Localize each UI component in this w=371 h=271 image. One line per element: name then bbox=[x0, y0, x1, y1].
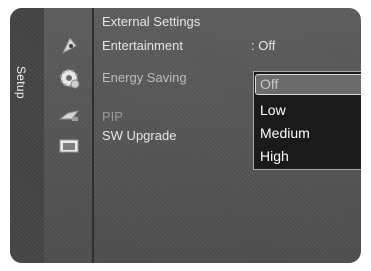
side-tab-label: Setup bbox=[14, 66, 28, 99]
option-low[interactable]: Low bbox=[260, 102, 286, 118]
option-off[interactable]: Off bbox=[255, 74, 361, 95]
input-plug-icon[interactable] bbox=[58, 107, 80, 127]
tv-menu-screen: Setup External Settings Entertainment En… bbox=[10, 8, 361, 263]
menu-item-entertainment[interactable]: Entertainment bbox=[102, 38, 183, 53]
menu-item-energy-saving[interactable]: Energy Saving bbox=[102, 70, 187, 85]
side-tab: Setup bbox=[10, 8, 44, 263]
category-icon-column bbox=[44, 8, 92, 263]
menu-item-pip[interactable]: PIP bbox=[102, 109, 123, 124]
entertainment-value: : Off bbox=[251, 38, 276, 53]
picture-icon[interactable] bbox=[58, 138, 80, 158]
option-medium[interactable]: Medium bbox=[260, 125, 310, 141]
satellite-dish-icon[interactable] bbox=[58, 36, 80, 56]
column-divider bbox=[92, 8, 94, 263]
option-high[interactable]: High bbox=[260, 148, 289, 164]
menu-item-sw-upgrade[interactable]: SW Upgrade bbox=[102, 128, 176, 143]
menu-item-external-settings[interactable]: External Settings bbox=[102, 14, 200, 29]
energy-saving-dropdown: Off Low Medium High bbox=[253, 71, 361, 170]
gear-icon[interactable] bbox=[58, 67, 80, 89]
